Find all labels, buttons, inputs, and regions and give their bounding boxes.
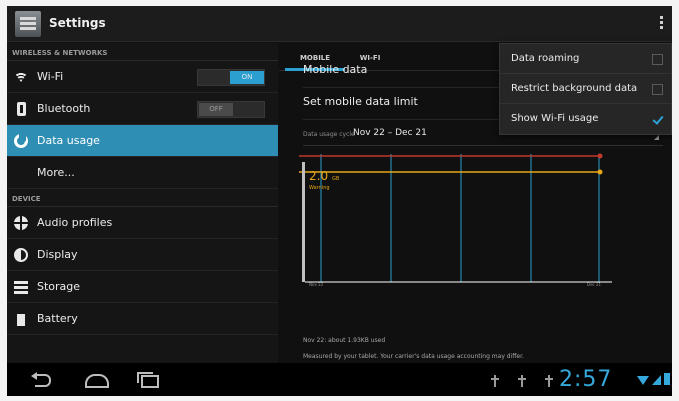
sidebar-item-label: More... [37,166,75,179]
wifi-toggle[interactable]: ON [197,69,265,86]
x-end-label: Dec 21 [587,282,602,287]
recent-apps-button[interactable] [135,372,159,388]
bluetooth-icon [14,102,28,116]
x-start-label: Nov 22 [309,282,324,287]
data-usage-icon [14,134,28,148]
sidebar-item-label: Bluetooth [37,102,91,115]
bluetooth-toggle[interactable]: OFF [197,101,265,118]
cycle-value: Nov 22 – Dec 21 [353,128,427,138]
sidebar-item-label: Storage [37,280,81,293]
usage-summary: Nov 22: about 1.93KB used [303,337,386,344]
checkmark-icon[interactable] [652,114,663,125]
toggle-knob: ON [230,71,264,84]
audio-profiles-icon [14,216,28,230]
overflow-menu-icon[interactable] [658,15,664,33]
app-title: Settings [49,16,106,30]
usb-icon [545,375,553,387]
usage-disclaimer: Measured by your tablet. Your carrier's … [303,353,524,360]
menu-item-label: Show Wi-Fi usage [511,113,599,124]
menu-item-label: Restrict background data [511,83,638,94]
system-nav-bar: 2:57 [7,363,672,396]
sidebar-item-battery[interactable]: Battery [7,303,278,335]
cycle-prefix-label: Data usage cycle [303,131,355,138]
sidebar-item-label: Audio profiles [37,216,113,229]
back-button[interactable] [31,372,55,387]
sidebar-item-storage[interactable]: Storage [7,271,278,303]
warning-handle [597,169,603,175]
sidebar-item-label: Display [37,248,78,261]
wifi-signal-icon [637,376,649,385]
menu-item-label: Data roaming [511,53,580,64]
status-clock[interactable]: 2:57 [559,367,612,392]
usb-debug-icon [518,375,526,387]
dropdown-icon [654,135,659,140]
display-icon [14,248,28,262]
tablet-screen: Settings WIRELESS & NETWORKS Wi-Fi ON Bl… [7,6,672,396]
sidebar-item-data-usage[interactable]: Data usage [7,125,278,157]
wifi-icon [14,70,28,84]
sidebar-item-bluetooth[interactable]: Bluetooth OFF [7,93,278,125]
sidebar-item-label: Wi-Fi [37,70,64,83]
checkbox[interactable] [652,54,663,65]
sidebar-item-display[interactable]: Display [7,239,278,271]
sidebar-item-label: Battery [37,312,78,325]
data-usage-chart[interactable]: 2.0 GB Warning Nov 22 Dec 21 [299,152,612,287]
limit-value-label: 2.0 [309,169,328,183]
usage-start-marker [302,162,305,282]
storage-icon [14,280,28,294]
menu-item-show-wifi-usage[interactable]: Show Wi-Fi usage [500,104,671,134]
section-header-wireless: WIRELESS & NETWORKS [7,43,278,61]
sidebar-item-audio-profiles[interactable]: Audio profiles [7,207,278,239]
menu-item-restrict-background-data[interactable]: Restrict background data [500,74,671,104]
limit-handle [597,153,603,159]
section-header-device: DEVICE [7,189,278,207]
action-bar: Settings [7,6,672,42]
overflow-menu: Data roaming Restrict background data Sh… [499,43,672,135]
settings-sidebar: WIRELESS & NETWORKS Wi-Fi ON Bluetooth O… [7,43,278,363]
sidebar-item-more[interactable]: More... [7,157,278,189]
mobile-data-setting[interactable]: Mobile data [303,63,367,76]
home-button[interactable] [83,372,109,388]
cell-signal-icon [652,375,661,385]
settings-app-icon[interactable] [15,11,41,37]
sidebar-item-wifi[interactable]: Wi-Fi ON [7,61,278,93]
checkbox[interactable] [652,84,663,95]
toggle-knob: OFF [199,103,233,116]
set-mobile-data-limit-setting[interactable]: Set mobile data limit [303,95,418,108]
sidebar-item-label: Data usage [37,134,100,147]
battery-icon [14,312,28,326]
battery-status-icon [664,373,670,385]
usb-icon [491,375,499,387]
menu-item-data-roaming[interactable]: Data roaming [500,44,671,74]
limit-unit-label: GB [332,176,340,182]
warning-label: Warning [309,185,330,191]
